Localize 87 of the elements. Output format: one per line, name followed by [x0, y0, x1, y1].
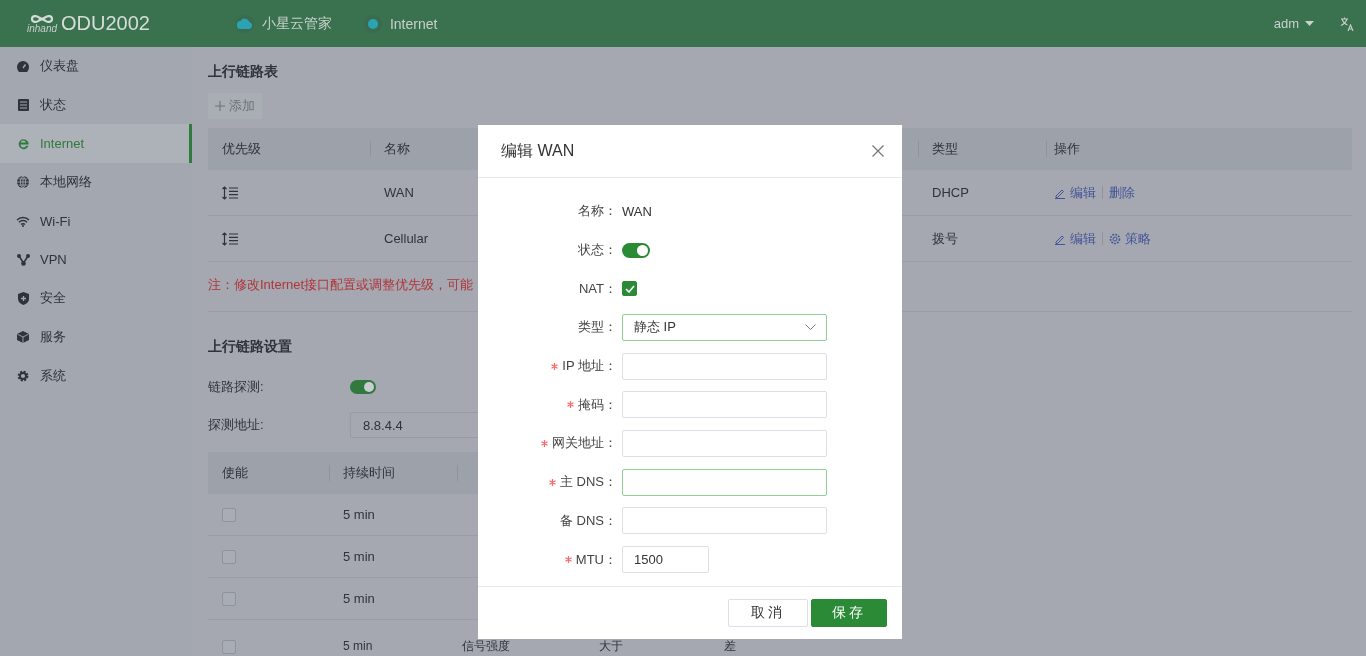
- column-header: 名称: [384, 140, 410, 158]
- chevron-down-icon: [805, 324, 816, 331]
- sidebar-item[interactable]: 系统: [0, 356, 192, 396]
- checkbox[interactable]: [222, 591, 236, 606]
- field-label: 主 DNS：: [559, 473, 617, 492]
- table-cell: 信号强度: [462, 640, 510, 653]
- field-label: 探测地址:: [208, 416, 265, 434]
- type-dropdown[interactable]: 静态 IP: [622, 313, 827, 341]
- cloud-icon: [236, 18, 253, 29]
- field-label: MTU：: [575, 550, 617, 569]
- sidebar-item[interactable]: 仪表盘: [0, 47, 192, 86]
- checkbox[interactable]: [622, 281, 637, 297]
- sidebar-item[interactable]: 安全: [0, 279, 192, 318]
- table-cell: WAN: [384, 185, 414, 200]
- status-dot-icon: [367, 18, 378, 29]
- network-nodes-icon: [16, 253, 30, 266]
- warning-note: 注：修改Internet接口配置或调整优先级，可能: [208, 277, 474, 292]
- translate-icon[interactable]: [1340, 16, 1354, 31]
- field-label: 名称：: [578, 202, 617, 221]
- logo-loops-icon: [29, 13, 55, 25]
- input-field[interactable]: [622, 507, 827, 535]
- sidebar-item[interactable]: 本地网络: [0, 163, 192, 202]
- table-cell: DHCP: [932, 185, 969, 200]
- field-label: NAT：: [578, 279, 617, 298]
- table-cell: 5 min: [343, 640, 373, 653]
- field-label: 类型：: [578, 318, 617, 337]
- field-label: 备 DNS：: [559, 511, 617, 530]
- field-label: 状态：: [578, 241, 617, 260]
- table-cell: 差: [724, 640, 736, 653]
- toggle-switch[interactable]: [622, 242, 650, 258]
- edit-link[interactable]: 编辑: [1054, 229, 1096, 248]
- e-logo-icon: [16, 137, 30, 151]
- drag-sort-icon[interactable]: [222, 231, 238, 246]
- table-cell: 5 min: [343, 507, 375, 522]
- save-button[interactable]: 保存: [811, 599, 887, 627]
- globe-icon: [17, 176, 29, 189]
- nav-link[interactable]: 小星云管家: [235, 14, 332, 33]
- field-label: 链路探测:: [208, 378, 265, 396]
- table-cell: Cellular: [384, 231, 429, 246]
- input-field[interactable]: [622, 429, 827, 457]
- settings-icon: [1109, 232, 1121, 245]
- sidebar-item[interactable]: Wi-Fi: [0, 201, 192, 241]
- close-icon[interactable]: [872, 145, 884, 157]
- drag-sort-icon[interactable]: [222, 185, 238, 200]
- product-name: ODU2002: [61, 12, 150, 35]
- checkbox[interactable]: [222, 549, 236, 564]
- input-field[interactable]: [622, 352, 827, 380]
- cube-icon: [17, 331, 29, 344]
- input-field[interactable]: 1500: [622, 546, 709, 574]
- gauge-icon: [17, 60, 29, 72]
- column-header: 操作: [1054, 140, 1080, 158]
- policy-link[interactable]: 策略: [1109, 229, 1151, 248]
- edit-link[interactable]: 编辑: [1054, 183, 1096, 202]
- plus-icon: [215, 101, 225, 111]
- dialog-title: 编辑 WAN: [501, 140, 575, 161]
- checkbox[interactable]: [222, 640, 236, 654]
- field-label: 网关地址：: [552, 434, 617, 453]
- sidebar-item[interactable]: 服务: [0, 317, 192, 357]
- logo-text: inhand: [27, 24, 57, 34]
- wifi-icon: [16, 215, 30, 227]
- table-cell: 大于: [599, 640, 623, 653]
- input-field[interactable]: [622, 391, 827, 419]
- delete-link[interactable]: 删除: [1109, 183, 1135, 202]
- user-menu[interactable]: adm: [1273, 16, 1314, 31]
- column-header: 使能: [222, 464, 248, 482]
- column-header: 持续时间: [343, 464, 395, 482]
- section-title: 上行链路设置: [208, 337, 292, 356]
- nav-link[interactable]: Internet: [363, 14, 438, 33]
- sidebar-item[interactable]: VPN: [0, 240, 192, 280]
- column-header: 优先级: [222, 140, 261, 158]
- column-header: 类型: [932, 140, 958, 158]
- table-cell: 5 min: [343, 549, 375, 564]
- input-field[interactable]: [622, 468, 827, 496]
- document-icon: [17, 99, 29, 112]
- caret-icon: [1305, 21, 1314, 26]
- settings-icon: [17, 369, 29, 382]
- field-label: 掩码：: [578, 395, 617, 414]
- section-title: 上行链路表: [208, 62, 278, 81]
- checkbox[interactable]: [222, 507, 236, 522]
- sidebar-item[interactable]: 状态: [0, 85, 192, 125]
- toggle-switch[interactable]: [350, 380, 376, 394]
- field-value: WAN: [622, 203, 652, 219]
- table-cell: 拨号: [932, 229, 958, 248]
- table-cell: 5 min: [343, 591, 375, 606]
- shield-icon: [17, 291, 29, 305]
- cancel-button[interactable]: 取消: [728, 599, 808, 627]
- field-label: IP 地址：: [562, 357, 617, 376]
